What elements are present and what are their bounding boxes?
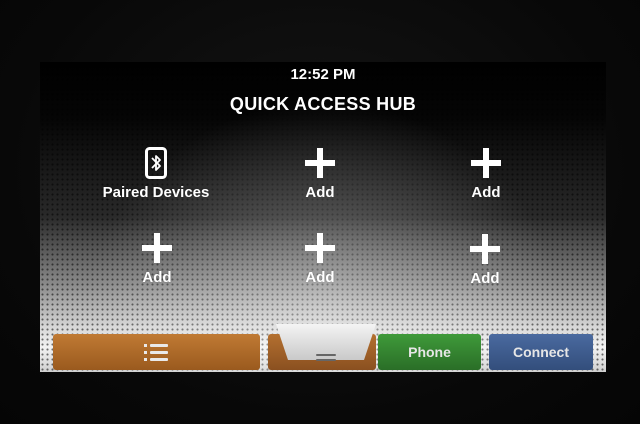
tile-add-4[interactable]: Add [245, 231, 395, 301]
menu-button[interactable] [53, 334, 260, 370]
tile-add-5[interactable]: Add [410, 232, 560, 302]
drag-handle-icon [316, 354, 336, 362]
tile-label: Paired Devices [102, 184, 210, 201]
plus-icon [468, 232, 502, 266]
plus-icon [140, 231, 174, 265]
menu-list-icon [143, 342, 170, 362]
tile-label: Add [305, 269, 335, 286]
tile-add-1[interactable]: Add [245, 146, 395, 216]
tile-label: Add [470, 270, 500, 287]
plus-icon [303, 146, 337, 180]
tile-paired-devices[interactable]: Paired Devices [81, 146, 231, 216]
clock: 12:52 PM [290, 66, 356, 83]
tile-label: Add [142, 269, 172, 286]
page-title: QUICK ACCESS HUB [229, 94, 417, 114]
bluetooth-icon [139, 146, 173, 180]
plus-icon [303, 231, 337, 265]
tile-add-2[interactable]: Add [411, 146, 561, 216]
tile-add-3[interactable]: Add [82, 231, 232, 301]
plus-icon [469, 146, 503, 180]
connect-button[interactable]: Connect [489, 334, 593, 370]
phone-button[interactable]: Phone [378, 334, 481, 370]
tile-label: Add [305, 184, 335, 201]
bottom-bar: Phone Connect [40, 324, 606, 372]
tile-label: Add [471, 184, 501, 201]
